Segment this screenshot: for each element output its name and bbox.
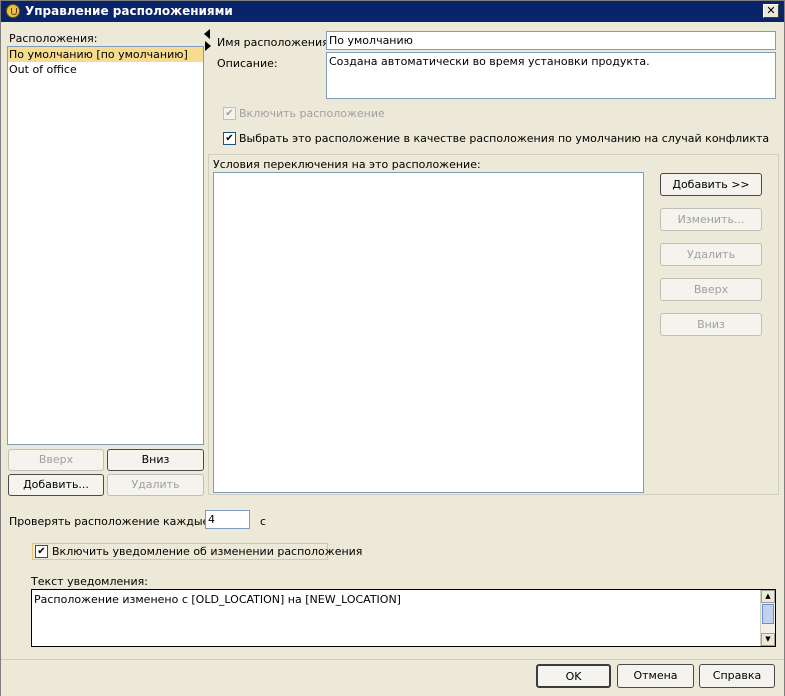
check-interval-input[interactable]: 4 [205,510,250,529]
close-icon: ✕ [766,4,776,17]
condition-add-button[interactable]: Добавить >> [660,173,762,196]
condition-down-button[interactable]: Вниз [660,313,762,336]
locations-label: Расположения: [9,32,98,45]
location-down-button[interactable]: Вниз [107,449,204,471]
location-name-label: Имя расположения: [217,36,333,49]
window-title: Управление расположениями [25,4,233,18]
description-input[interactable]: Создана автоматически во время установки… [326,52,776,99]
condition-delete-button[interactable]: Удалить [660,243,762,266]
scroll-thumb[interactable] [762,604,774,624]
location-delete-button[interactable]: Удалить [107,474,204,496]
location-manager-window: Управление расположениями ✕ Расположения… [0,0,785,696]
splitter-left-arrow-icon[interactable] [204,29,210,39]
help-button[interactable]: Справка [699,664,775,688]
notify-text-area[interactable]: Расположение изменено с [OLD_LOCATION] н… [31,589,776,647]
check-interval-unit: с [260,515,267,528]
scroll-up-arrow-icon[interactable]: ▲ [761,590,775,603]
enable-location-checkbox[interactable]: ✔ [223,107,236,120]
splitter-right-arrow-icon[interactable] [205,41,211,51]
enable-notify-label: Включить уведомление об изменении распол… [52,545,363,558]
notify-text-value: Расположение изменено с [OLD_LOCATION] н… [34,593,401,606]
conditions-list[interactable] [213,172,644,493]
location-item-out-of-office[interactable]: Out of office [8,62,203,77]
app-shield-icon [6,4,20,18]
location-name-input[interactable]: По умолчанию [326,31,776,50]
default-location-label: Выбрать это расположение в качестве расп… [239,132,770,145]
location-add-button[interactable]: Добавить... [8,474,104,496]
locations-list[interactable]: По умолчанию [по умолчанию] Out of offic… [7,46,204,445]
description-label: Описание: [217,57,278,70]
scroll-down-arrow-icon[interactable]: ▼ [761,633,775,646]
notify-text-label: Текст уведомления: [31,575,148,588]
cancel-button[interactable]: Отмена [617,664,694,688]
check-interval-label: Проверять расположение каждые: [9,515,214,528]
notify-scrollbar[interactable]: ▲ ▼ [760,590,775,646]
location-up-button[interactable]: Вверх [8,449,104,471]
condition-up-button[interactable]: Вверх [660,278,762,301]
ok-button[interactable]: OK [536,664,611,688]
enable-location-label: Включить расположение [239,107,385,120]
enable-notify-checkbox[interactable]: ✔ [35,545,48,558]
condition-edit-button[interactable]: Изменить... [660,208,762,231]
close-button[interactable]: ✕ [763,4,779,18]
conditions-label: Условия переключения на это расположение… [213,158,481,171]
default-location-checkbox[interactable]: ✔ [223,132,236,145]
title-bar[interactable]: Управление расположениями ✕ [1,1,784,22]
location-item-default[interactable]: По умолчанию [по умолчанию] [8,47,203,62]
